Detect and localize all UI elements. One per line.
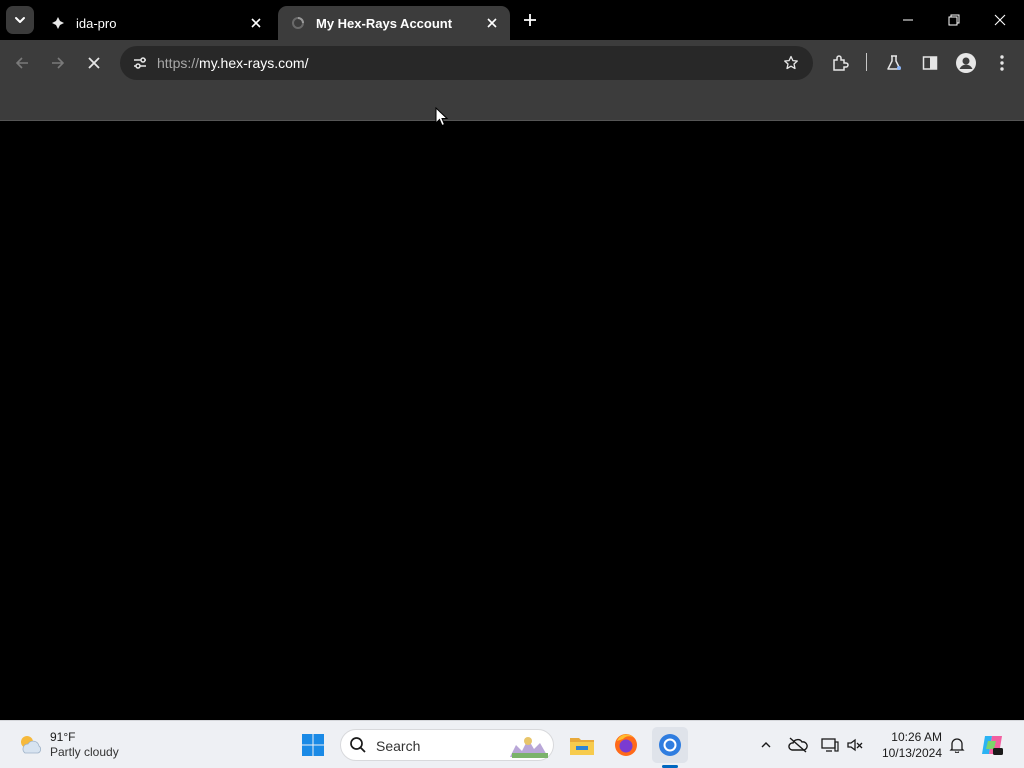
back-button[interactable] <box>6 47 38 79</box>
file-explorer-button[interactable] <box>564 727 600 763</box>
search-icon <box>350 737 366 753</box>
hexrays-favicon-icon <box>50 15 66 31</box>
taskbar: 91°F Partly cloudy Search 10:26 AM 10/13… <box>0 720 1024 768</box>
tab-my-hex-rays-account[interactable]: My Hex-Rays Account <box>278 6 510 40</box>
labs-button[interactable] <box>878 47 910 79</box>
tab-title: ida-pro <box>76 15 117 31</box>
url-host: my.hex-rays.com/ <box>199 55 309 71</box>
taskbar-clock[interactable]: 10:26 AM 10/13/2024 <box>876 729 942 761</box>
partly-cloudy-icon <box>21 736 42 754</box>
close-icon <box>88 57 100 69</box>
tab-strip: ida-pro My Hex-Rays Account <box>0 0 1024 40</box>
taskbar-search-box[interactable]: Search <box>340 729 554 761</box>
more-vertical-icon <box>1000 55 1004 71</box>
bookmark-star-icon[interactable] <box>779 51 803 75</box>
bell-icon <box>949 738 965 753</box>
menu-button[interactable] <box>986 47 1018 79</box>
minimize-icon <box>903 19 913 21</box>
network-icon <box>821 738 839 752</box>
stop-loading-button[interactable] <box>78 47 110 79</box>
restore-icon <box>948 14 960 26</box>
plus-icon <box>524 14 536 26</box>
notifications-button[interactable] <box>945 733 969 757</box>
start-button[interactable] <box>295 727 331 763</box>
clock-time: 10:26 AM <box>891 730 942 744</box>
avatar-icon <box>956 53 976 73</box>
close-icon[interactable] <box>482 13 502 33</box>
close-window-button[interactable] <box>980 4 1020 36</box>
tab-search-button[interactable] <box>6 6 34 34</box>
mouse-cursor-icon <box>435 107 449 127</box>
network-button[interactable] <box>818 733 842 757</box>
close-icon <box>994 14 1006 26</box>
clock-date: 10/13/2024 <box>881 746 942 760</box>
address-bar[interactable]: https://my.hex-rays.com/ <box>120 46 813 80</box>
show-hidden-icons-button[interactable] <box>754 733 778 757</box>
volume-muted-icon <box>847 738 863 752</box>
puzzle-icon <box>833 55 849 71</box>
search-highlight-icon <box>510 737 548 758</box>
copilot-button[interactable] <box>975 727 1009 763</box>
bookmark-bar <box>0 86 1024 121</box>
chrome-button[interactable] <box>652 727 688 763</box>
volume-button[interactable] <box>843 733 867 757</box>
search-label: Search <box>376 738 421 754</box>
url-text[interactable]: https://my.hex-rays.com/ <box>157 55 308 71</box>
page-content <box>0 121 1024 720</box>
weather-widget[interactable]: 91°F Partly cloudy <box>16 727 119 763</box>
chrome-icon <box>659 734 681 756</box>
loading-favicon-icon <box>290 15 306 31</box>
flask-icon <box>887 55 901 70</box>
firefox-button[interactable] <box>608 727 644 763</box>
start-icon <box>302 734 324 756</box>
chevron-down-icon <box>15 17 25 23</box>
weather-temperature: 91°F <box>50 730 76 744</box>
file-explorer-icon <box>570 738 594 755</box>
cloud-off-icon <box>788 737 808 753</box>
site-info-icon[interactable] <box>126 49 154 77</box>
url-scheme: https:// <box>157 55 200 71</box>
tab-ida-pro[interactable]: ida-pro <box>38 6 274 40</box>
profile-button[interactable] <box>950 47 982 79</box>
chevron-up-icon <box>761 742 771 748</box>
tab-title: My Hex-Rays Account <box>316 15 453 31</box>
onedrive-button[interactable] <box>786 733 810 757</box>
forward-button[interactable] <box>42 47 74 79</box>
arrow-right-icon <box>52 57 65 69</box>
minimize-button[interactable] <box>888 4 928 36</box>
arrow-left-icon <box>15 57 28 69</box>
firefox-icon <box>615 734 637 756</box>
new-tab-button[interactable] <box>518 8 542 32</box>
restore-button[interactable] <box>934 4 974 36</box>
copilot-icon <box>982 736 1003 755</box>
side-panel-button[interactable] <box>914 47 946 79</box>
close-icon[interactable] <box>246 13 266 33</box>
toolbar-divider <box>866 53 867 71</box>
side-panel-icon <box>922 56 938 70</box>
browser-toolbar: https://my.hex-rays.com/ <box>0 40 1024 86</box>
extensions-button[interactable] <box>824 47 856 79</box>
weather-condition: Partly cloudy <box>50 745 119 759</box>
